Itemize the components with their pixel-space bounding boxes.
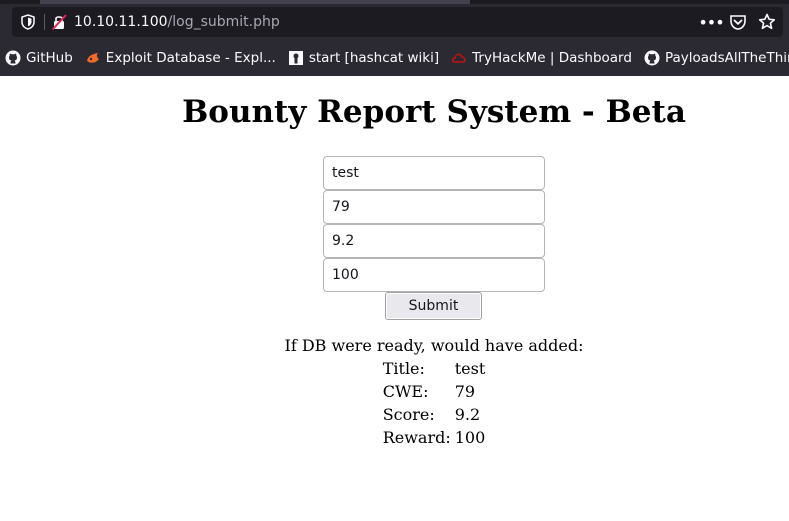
- exploit-db-icon: [85, 50, 101, 66]
- shield-icon[interactable]: [20, 14, 36, 30]
- result-label: Score:: [382, 405, 435, 424]
- url-text[interactable]: 10.10.11.100/log_submit.php: [74, 13, 280, 31]
- submit-button[interactable]: Submit: [385, 292, 482, 320]
- result-row-score: Score: 9.2: [383, 403, 486, 426]
- result-heading: If DB were ready, would have added:: [284, 336, 584, 355]
- bookmark-tryhackme[interactable]: TryHackMe | Dashboard: [445, 46, 638, 70]
- result-table: Title: test CWE: 79 Score: 9.2 Reward: 1…: [383, 357, 486, 449]
- hashcat-icon: [288, 50, 304, 66]
- page-content: Bounty Report System - Beta Submit If DB…: [0, 76, 789, 521]
- result-value: 9.2: [454, 405, 481, 424]
- result-value: 100: [454, 428, 486, 447]
- bookmark-label: start [hashcat wiki]: [308, 50, 440, 66]
- bookmark-star-icon[interactable]: [757, 12, 777, 32]
- url-separator: [44, 14, 45, 30]
- bookmark-github[interactable]: GitHub: [0, 46, 79, 70]
- page-title: Bounty Report System - Beta: [182, 94, 686, 130]
- bookmark-label: TryHackMe | Dashboard: [472, 50, 632, 66]
- bookmark-hashcat-wiki[interactable]: start [hashcat wiki]: [282, 46, 445, 70]
- bookmark-payloadsallthethings[interactable]: PayloadsAllTheThings: [638, 46, 789, 70]
- title-input[interactable]: [323, 156, 545, 190]
- tryhackme-icon: [451, 50, 467, 66]
- result-label: Title:: [382, 359, 425, 378]
- score-input[interactable]: [323, 224, 545, 258]
- bookmark-exploit-database[interactable]: Exploit Database - Expl...: [79, 46, 282, 70]
- bookmark-label: Exploit Database - Expl...: [105, 50, 276, 66]
- result-section: If DB were ready, would have added: Titl…: [0, 335, 789, 449]
- github-icon: [5, 50, 21, 66]
- active-tab[interactable]: [40, 0, 470, 4]
- reward-input[interactable]: [323, 258, 545, 292]
- result-row-reward: Reward: 100: [383, 426, 486, 449]
- tab-strip: [0, 0, 789, 4]
- cwe-input[interactable]: [323, 190, 545, 224]
- result-label: Reward:: [382, 428, 451, 447]
- bookmarks-toolbar: GitHub Exploit Database - Expl... start …: [0, 44, 789, 72]
- result-label: CWE:: [382, 382, 429, 401]
- url-host: 10.10.11.100: [74, 14, 168, 30]
- url-path: /log_submit.php: [167, 14, 280, 30]
- bookmark-label: GitHub: [26, 50, 73, 66]
- result-row-cwe: CWE: 79: [383, 380, 486, 403]
- url-bar[interactable]: 10.10.11.100/log_submit.php •••: [12, 7, 783, 37]
- insecure-lock-icon[interactable]: [50, 13, 68, 31]
- pocket-icon[interactable]: [729, 13, 747, 31]
- page-actions-more-icon[interactable]: •••: [698, 13, 724, 32]
- browser-chrome: 10.10.11.100/log_submit.php ••• GitHub E…: [0, 0, 789, 76]
- result-value: 79: [454, 382, 476, 401]
- result-value: test: [454, 359, 486, 378]
- github-icon: [644, 50, 660, 66]
- result-row-title: Title: test: [383, 357, 486, 380]
- bookmark-label: PayloadsAllTheThings: [664, 50, 789, 66]
